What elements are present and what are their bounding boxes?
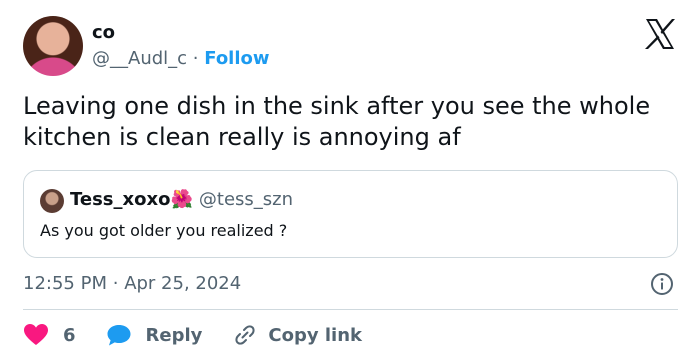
heart-icon bbox=[24, 324, 48, 345]
timestamp-separator: · bbox=[112, 273, 119, 294]
quoted-handle: @tess_szn bbox=[198, 189, 294, 210]
info-icon[interactable] bbox=[650, 272, 674, 296]
quoted-avatar bbox=[40, 189, 64, 213]
link-icon bbox=[235, 325, 255, 345]
follow-button[interactable]: Follow bbox=[204, 48, 269, 69]
time: 12:55 PM bbox=[23, 273, 107, 294]
author-handle-row: @__Audl_c · Follow bbox=[92, 48, 270, 69]
quoted-name: Tess_xoxo bbox=[70, 189, 171, 210]
divider bbox=[23, 309, 678, 310]
like-button[interactable]: 6 bbox=[23, 323, 76, 347]
copy-link-button[interactable]: Copy link bbox=[232, 323, 362, 347]
author-name[interactable]: co bbox=[92, 22, 115, 43]
action-bar: 6 Reply Copy link bbox=[23, 320, 362, 350]
like-count: 6 bbox=[63, 324, 76, 346]
timestamp[interactable]: 12:55 PM · Apr 25, 2024 bbox=[23, 273, 241, 294]
author-avatar[interactable] bbox=[23, 16, 83, 76]
reply-button[interactable]: Reply bbox=[106, 323, 203, 347]
author-handle[interactable]: @__Audl_c bbox=[92, 48, 187, 69]
date: Apr 25, 2024 bbox=[124, 273, 242, 294]
handle-separator: · bbox=[192, 48, 199, 69]
quoted-header: Tess_xoxo🌺 @tess_szn bbox=[70, 189, 293, 210]
hibiscus-emoji: 🌺 bbox=[170, 189, 193, 210]
quoted-tweet[interactable]: Tess_xoxo🌺 @tess_szn As you got older you… bbox=[23, 170, 678, 258]
reply-bubble-icon bbox=[107, 325, 131, 346]
reply-label: Reply bbox=[145, 324, 203, 346]
x-logo-icon[interactable] bbox=[640, 14, 680, 54]
copy-link-label: Copy link bbox=[268, 324, 362, 346]
quoted-text: As you got older you realized ? bbox=[40, 221, 288, 240]
tweet-text: Leaving one dish in the sink after you s… bbox=[23, 92, 651, 151]
